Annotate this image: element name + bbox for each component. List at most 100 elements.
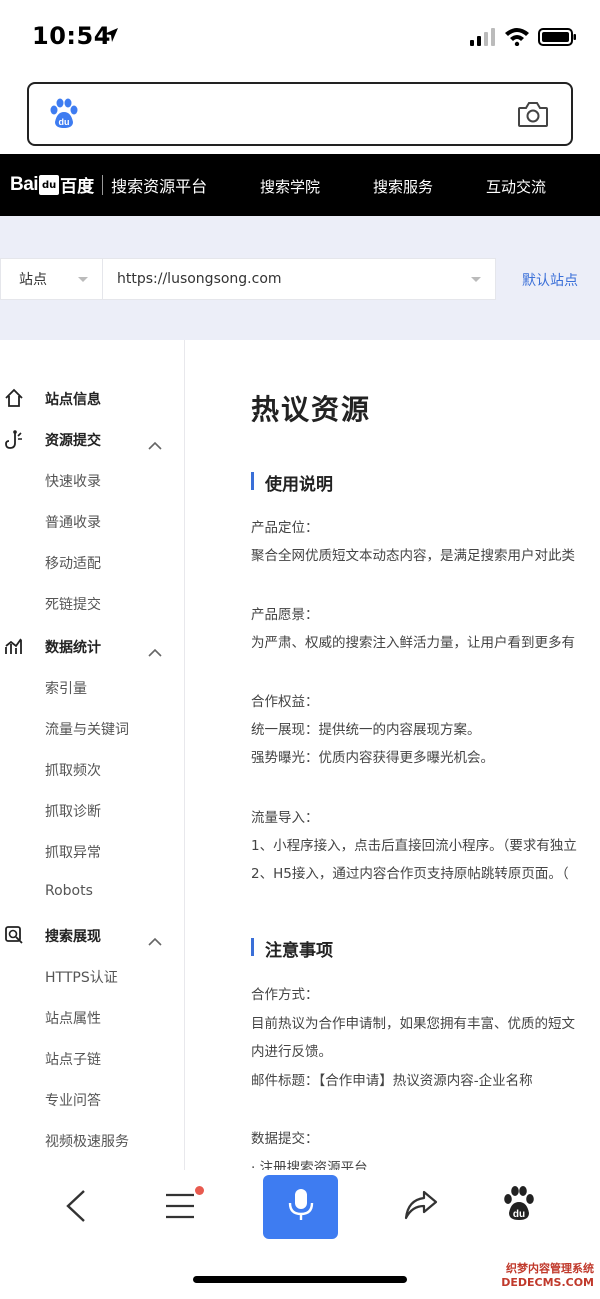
sidebar-item-https[interactable]: HTTPS认证 [0, 962, 185, 992]
sidebar-item-search-display[interactable]: 搜索展现 [0, 921, 185, 951]
sidebar-item-site-attributes[interactable]: 站点属性 [0, 1003, 185, 1033]
baidu-paw-icon: du [49, 98, 79, 134]
baidu-home-icon[interactable]: du [503, 1186, 535, 1226]
wifi-icon [504, 26, 530, 50]
site-selector-band: 站点 https://lusongsong.com 默认站点 [0, 216, 600, 340]
chevron-down-icon [471, 276, 481, 282]
sidebar-item-index-count[interactable]: 索引量 [0, 673, 185, 703]
content-line: 流量导入： [251, 810, 319, 826]
sidebar-item-label: 专业问答 [45, 1093, 101, 1109]
sidebar-item-label: 站点子链 [45, 1052, 101, 1068]
sidebar-item-data-stats[interactable]: 数据统计 [0, 632, 185, 662]
sidebar-item-label: 死链提交 [45, 597, 101, 613]
status-bar: 10:54 [0, 0, 600, 74]
menu-icon[interactable] [164, 1192, 196, 1224]
site-url-select[interactable]: https://lusongsong.com [103, 259, 495, 299]
signal-icon [470, 28, 496, 50]
sidebar-item-label: 视频极速服务 [45, 1134, 129, 1150]
sidebar: 站点信息 资源提交 快速收录 普通收录 移动适配 死链提交 数据统计 索引量 流… [0, 340, 185, 1170]
content-line: 目前热议为合作申请制，如果您拥有丰富、优质的短文 [251, 1016, 575, 1032]
back-icon[interactable] [62, 1188, 90, 1228]
platform-title: 搜索资源平台 [111, 176, 208, 196]
sidebar-item-label: 数据统计 [45, 640, 101, 656]
logo-cn-text: 百度 [60, 177, 95, 197]
logo-bai-text: Bai [10, 173, 39, 195]
site-type-label: 站点 [19, 272, 47, 288]
content-line: 数据提交： [251, 1131, 319, 1147]
sidebar-item-normal-index[interactable]: 普通收录 [0, 507, 185, 537]
sidebar-item-pro-qa[interactable]: 专业问答 [0, 1085, 185, 1115]
content-line: 产品定位： [251, 520, 319, 536]
nav-link-community[interactable]: 互动交流 [486, 176, 546, 197]
sidebar-item-label: Robots [45, 883, 93, 899]
voice-search-button[interactable] [263, 1175, 338, 1239]
chevron-up-icon[interactable] [148, 931, 162, 950]
chart-icon [4, 636, 24, 660]
sidebar-item-robots[interactable]: Robots [0, 878, 185, 908]
content-line: 邮件标题：【合作申请】热议资源内容-企业名称 [251, 1073, 533, 1089]
watermark-line2: DEDECMS.COM [501, 1276, 594, 1289]
svg-text:du: du [513, 1209, 525, 1220]
sidebar-item-label: 抓取异常 [45, 845, 101, 861]
nav-link-academy[interactable]: 搜索学院 [260, 176, 320, 197]
notification-dot [195, 1186, 204, 1195]
site-selector: 站点 https://lusongsong.com [0, 258, 496, 300]
content-line: 2、H5接入，通过内容合作页支持原帖跳转原页面。（ [251, 866, 569, 882]
sidebar-item-mobile-adapt[interactable]: 移动适配 [0, 548, 185, 578]
section-title-notes: 注意事项 [251, 936, 333, 961]
sidebar-item-site-info[interactable]: 站点信息 [0, 384, 185, 414]
sidebar-item-dead-link[interactable]: 死链提交 [0, 589, 185, 619]
clock: 10:54 [32, 22, 111, 50]
content-line: 合作方式： [251, 987, 319, 1003]
chevron-up-icon[interactable] [148, 435, 162, 454]
content-line: 为严肃、权威的搜索注入鲜活力量，让用户看到更多有 [251, 635, 575, 651]
sidebar-item-label: 资源提交 [45, 433, 101, 449]
sidebar-item-label: 移动适配 [45, 556, 101, 572]
sidebar-item-label: HTTPS认证 [45, 970, 118, 986]
content-line: 强势曝光：优质内容获得更多曝光机会。 [251, 750, 494, 766]
sidebar-item-crawl-frequency[interactable]: 抓取频次 [0, 755, 185, 785]
camera-icon[interactable] [517, 100, 549, 132]
top-nav: Bai du 百度 搜索资源平台 搜索学院 搜索服务 互动交流 [0, 154, 600, 216]
watermark: 织梦内容管理系统 DEDECMS.COM [501, 1262, 594, 1290]
home-icon [4, 388, 24, 412]
content-line: 统一展现：提供统一的内容展现方案。 [251, 722, 481, 738]
sidebar-item-site-sublinks[interactable]: 站点子链 [0, 1044, 185, 1074]
sidebar-item-crawl-diagnosis[interactable]: 抓取诊断 [0, 796, 185, 826]
sidebar-item-label: 流量与关键词 [45, 722, 129, 738]
content-line: · 注册搜索资源平台 [251, 1160, 368, 1170]
content-line: 合作权益： [251, 694, 319, 710]
bottom-toolbar: du 织梦内容管理系统 DEDECMS.COM [0, 1170, 600, 1299]
chevron-down-icon [78, 276, 88, 282]
sidebar-item-video-speed[interactable]: 视频极速服务 [0, 1126, 185, 1156]
sidebar-item-resource-submit[interactable]: 资源提交 [0, 425, 185, 455]
sidebar-item-label: 搜索展现 [45, 929, 101, 945]
home-indicator [193, 1276, 407, 1283]
sidebar-item-label: 抓取频次 [45, 763, 101, 779]
baidu-logo[interactable]: Bai du 百度 搜索资源平台 [10, 172, 208, 198]
sidebar-item-crawl-errors[interactable]: 抓取异常 [0, 837, 185, 867]
content-line: 1、小程序接入，点击后直接回流小程序。（要求有独立 [251, 838, 577, 854]
search-display-icon [4, 925, 24, 949]
content-line: 内进行反馈。 [251, 1044, 332, 1060]
default-site-link[interactable]: 默认站点 [522, 270, 578, 290]
sidebar-item-label: 索引量 [45, 681, 87, 697]
site-type-select[interactable]: 站点 [1, 259, 103, 299]
sidebar-item-label: 快速收录 [45, 474, 101, 490]
submit-hook-icon [4, 429, 24, 455]
share-icon[interactable] [402, 1188, 440, 1228]
nav-link-services[interactable]: 搜索服务 [373, 176, 433, 197]
sidebar-item-fast-index[interactable]: 快速收录 [0, 466, 185, 496]
svg-text:du: du [59, 117, 70, 127]
search-box[interactable]: du [27, 82, 573, 146]
sidebar-item-traffic-keywords[interactable]: 流量与关键词 [0, 714, 185, 744]
sidebar-item-label: 站点信息 [45, 392, 101, 408]
logo-divider [102, 174, 104, 195]
sidebar-item-label: 普通收录 [45, 515, 101, 531]
main-content: 热议资源 使用说明 产品定位： 聚合全网优质短文本动态内容，是满足搜索用户对此类… [186, 340, 600, 1170]
microphone-icon [286, 1187, 316, 1227]
site-url-value: https://lusongsong.com [117, 271, 282, 287]
sidebar-item-label: 站点属性 [45, 1011, 101, 1027]
chevron-up-icon[interactable] [148, 642, 162, 661]
content-line: 产品愿景： [251, 607, 319, 623]
